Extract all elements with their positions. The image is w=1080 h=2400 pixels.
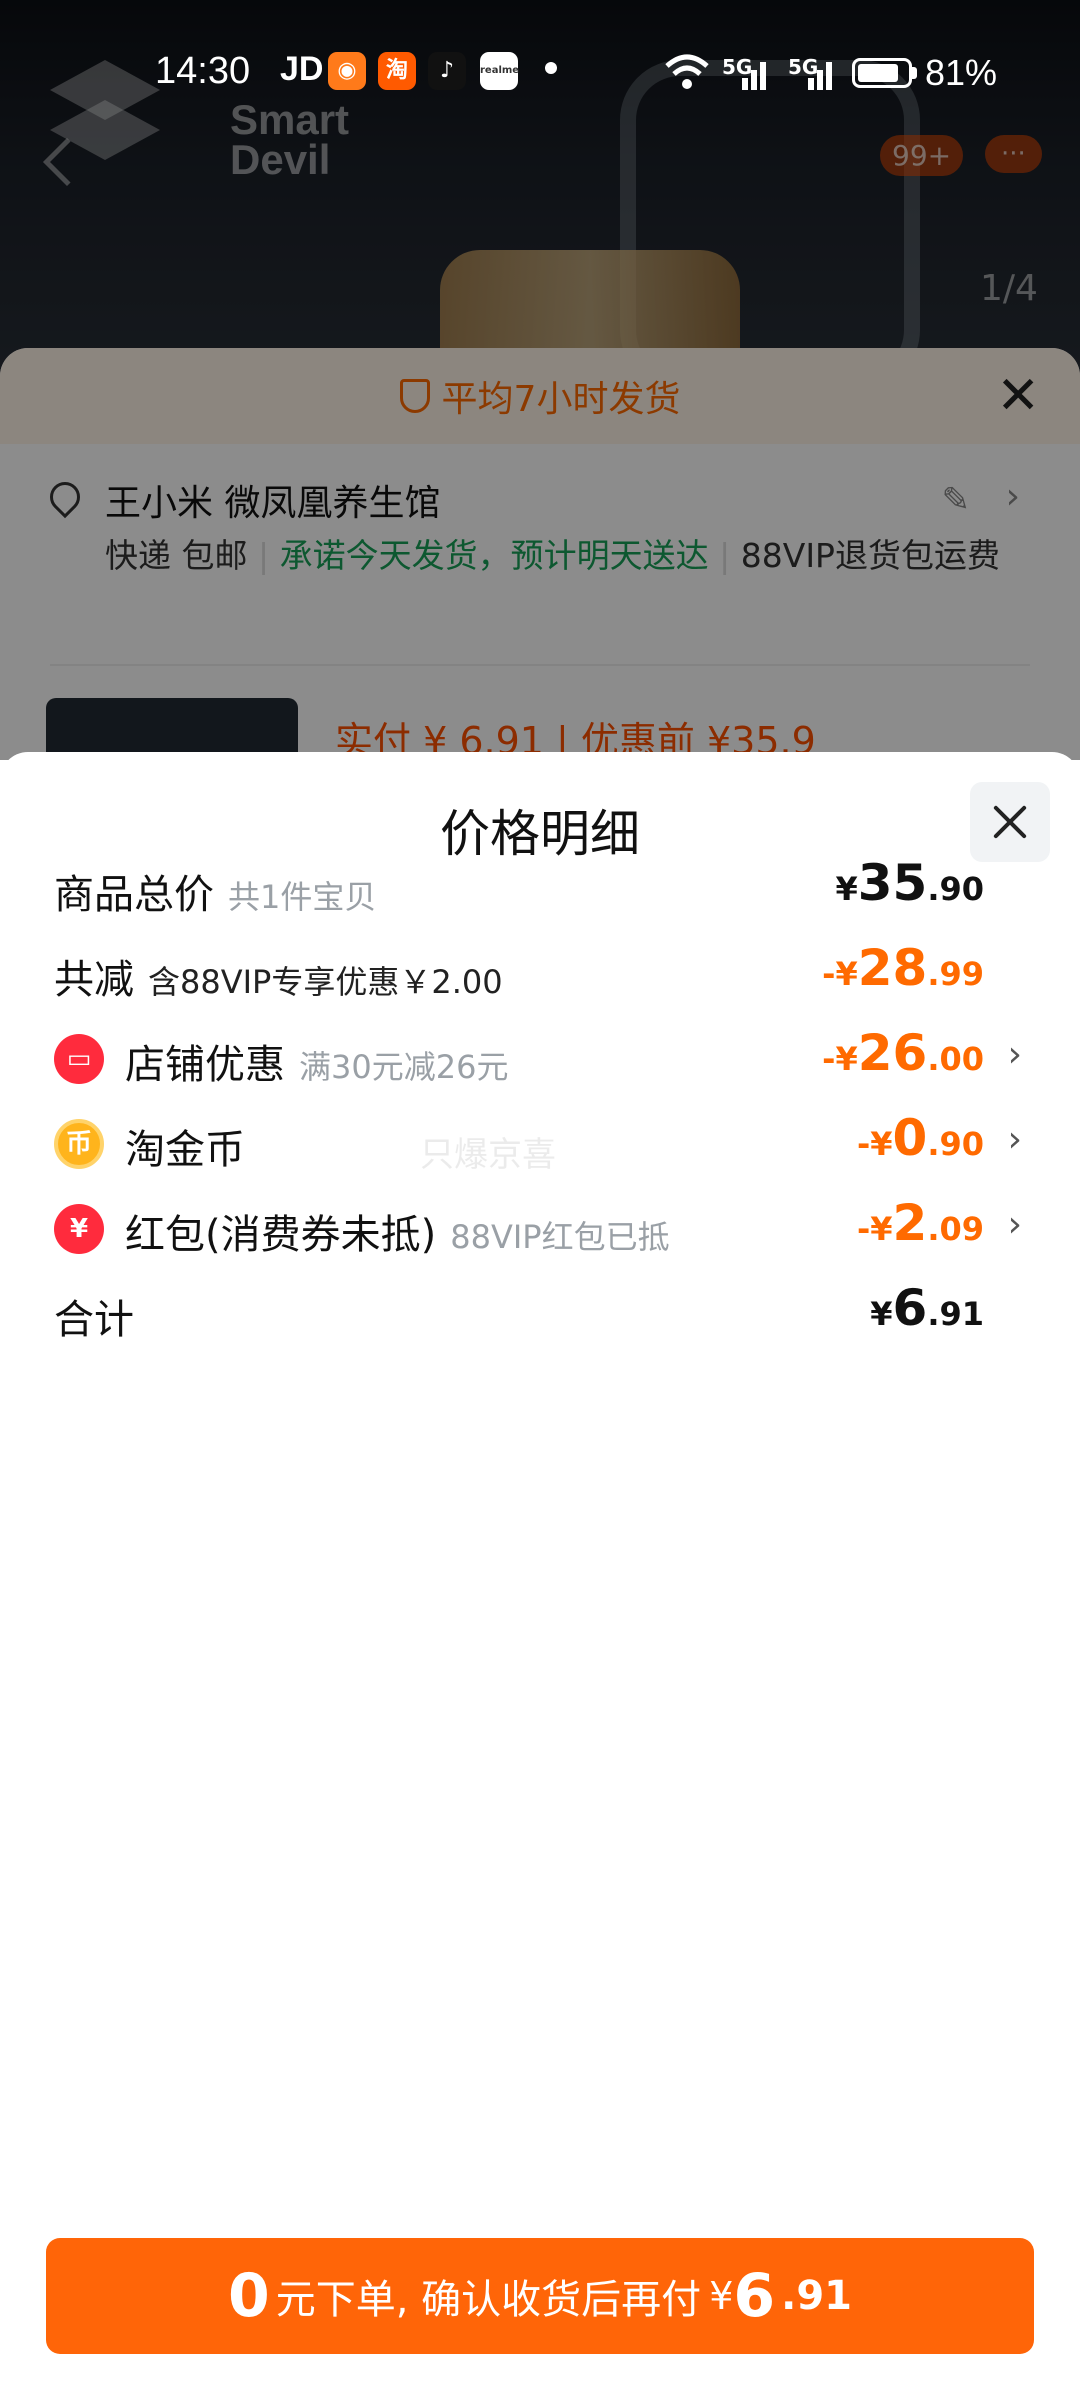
cta-decimal: .91 [781,2273,852,2319]
jd-app-icon: ◉ [328,52,366,90]
row-label: 店铺优惠 满30元减26元 [125,1032,508,1090]
row-label: 合计 [54,1287,134,1345]
wifi-icon [665,54,709,89]
amount-decimal: .09 [927,1210,984,1248]
notification-dot [545,62,557,74]
red-packet-row[interactable]: ¥ 红包(消费券未抵) 88VIP红包已抵 -¥2.09 › [0,1182,1080,1262]
row-label: 红包(消费券未抵) 88VIP红包已抵 [125,1202,670,1260]
cta-integer: 6 [733,2261,776,2331]
cta-currency: ¥ [709,2274,734,2318]
battery-icon [852,58,912,88]
cta-zero: 0 [228,2261,270,2331]
amount-currency: ¥ [835,870,858,908]
shop-discount-label: 店铺优惠 [125,1042,285,1088]
red-packet-label: 红包(消费券未抵) [125,1212,437,1258]
battery-tip [912,67,917,79]
red-packet-icon: ¥ [54,1204,104,1254]
cta-text: 元下单, 确认收货后再付 [275,2277,702,2323]
chevron-right-icon: › [1007,1119,1022,1160]
row-label: 商品总价 共1件宝贝 [54,862,376,920]
place-order-button[interactable]: 0 元下单, 确认收货后再付 ¥ 6 .91 [46,2238,1034,2354]
amount-integer: 6 [892,1279,928,1337]
grand-total-amount: ¥6.91 [870,1279,984,1337]
total-price-label: 商品总价 [54,872,214,918]
battery-percent: 81% [925,52,998,93]
chevron-right-icon: › [1007,1034,1022,1075]
amount-integer: 0 [892,1109,928,1167]
taojinbi-row[interactable]: 币 淘金币 -¥0.90 › [0,1097,1080,1177]
shop-discount-row[interactable]: ▭ 店铺优惠 满30元减26元 -¥26.00 › [0,1012,1080,1092]
red-packet-sub: 88VIP红包已抵 [450,1218,670,1256]
amount-integer: 35 [857,854,928,912]
amount-decimal: .90 [927,1125,984,1163]
total-discount-sub: 含88VIP专享优惠￥2.00 [148,963,503,1001]
shop-discount-amount: -¥26.00 [822,1024,984,1082]
amount-integer: 2 [892,1194,928,1252]
amount-decimal: .91 [927,1295,984,1333]
red-packet-amount: -¥2.09 [857,1194,984,1252]
signal-bars-2-icon [804,56,838,90]
amount-decimal: .90 [927,870,984,908]
taojinbi-label: 淘金币 [125,1127,245,1173]
amount-decimal: .00 [927,1040,984,1078]
total-price-amount: ¥35.90 [835,854,984,912]
coin-icon: 币 [54,1119,104,1169]
price-detail-modal: 价格明细 只爆京喜 商品总价 共1件宝贝 ¥35.90 共减 含88VIP专享优惠￥… [0,752,1080,2400]
amount-currency: -¥ [822,955,858,993]
total-discount-label: 共减 [54,957,134,1003]
realme-icon: realme [480,52,519,90]
grand-total-row: 合计 ¥6.91 [0,1267,1080,1347]
chevron-right-icon: › [1007,1204,1022,1245]
total-discount-amount: -¥28.99 [822,939,984,997]
amount-currency: -¥ [856,1125,893,1163]
row-label: 淘金币 [125,1117,245,1175]
shop-discount-sub: 满30元减26元 [299,1048,509,1086]
row-label: 共减 含88VIP专享优惠￥2.00 [54,947,503,1005]
jd-label: JD [280,50,324,88]
signal-bars-1-icon [738,56,772,90]
total-price-row: 商品总价 共1件宝贝 ¥35.90 [0,842,1080,922]
amount-integer: 26 [857,1024,928,1082]
clock: 14:30 [155,50,251,92]
grand-total-label: 合计 [54,1297,134,1343]
status-bar: 14:30 JD ◉ 淘 ♪ realme 5G 5G 81% [0,0,1080,130]
tiktok-icon: ♪ [428,52,466,90]
amount-decimal: .99 [927,955,984,993]
taobao-icon: 淘 [378,52,416,90]
amount-currency: -¥ [822,1040,858,1078]
amount-currency: ¥ [870,1295,893,1333]
amount-currency: -¥ [856,1210,893,1248]
taojinbi-amount: -¥0.90 [857,1109,984,1167]
shop-icon: ▭ [54,1034,104,1084]
total-price-sub: 共1件宝贝 [228,878,377,916]
total-discount-row: 共减 含88VIP专享优惠￥2.00 -¥28.99 [0,927,1080,1007]
amount-integer: 28 [857,939,928,997]
